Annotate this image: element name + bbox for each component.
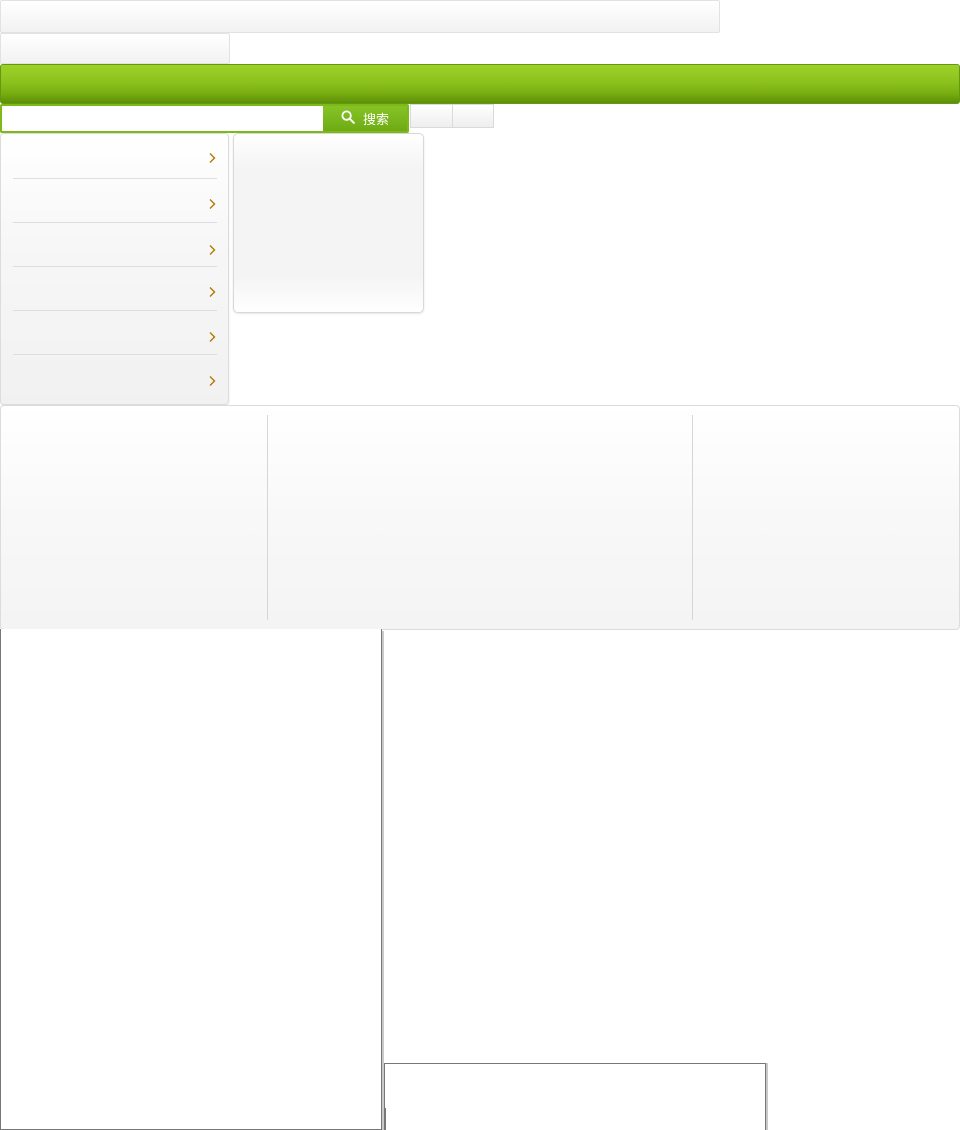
sub-bar bbox=[0, 33, 230, 64]
top-bar bbox=[0, 0, 720, 33]
search-icon bbox=[341, 110, 355, 128]
search-button[interactable]: 搜索 bbox=[323, 106, 407, 131]
main-nav-bar bbox=[0, 64, 960, 104]
category-flyout-panel bbox=[233, 133, 424, 313]
category-item-1[interactable] bbox=[13, 135, 217, 179]
bottom-content-box bbox=[384, 1063, 766, 1130]
chevron-right-icon bbox=[207, 198, 217, 210]
category-item-4[interactable] bbox=[13, 267, 217, 311]
category-item-2[interactable] bbox=[13, 179, 217, 223]
divider bbox=[385, 1108, 386, 1130]
left-column-box bbox=[0, 629, 382, 1130]
category-item-3[interactable] bbox=[13, 223, 217, 267]
chevron-right-icon bbox=[207, 331, 217, 343]
category-menu bbox=[0, 133, 229, 405]
chevron-right-icon bbox=[207, 286, 217, 298]
chevron-right-icon bbox=[207, 375, 217, 387]
tab-1[interactable] bbox=[410, 104, 453, 128]
search-input[interactable] bbox=[2, 106, 323, 131]
search-box: 搜索 bbox=[0, 104, 409, 133]
chevron-right-icon bbox=[207, 244, 217, 256]
tab-2[interactable] bbox=[452, 104, 494, 128]
category-item-6[interactable] bbox=[13, 355, 217, 399]
content-panel bbox=[0, 405, 960, 630]
search-button-label: 搜索 bbox=[362, 113, 389, 128]
category-item-5[interactable] bbox=[13, 311, 217, 355]
panel-divider-left bbox=[267, 415, 268, 620]
panel-divider-right bbox=[692, 415, 693, 620]
chevron-right-icon bbox=[207, 152, 217, 164]
